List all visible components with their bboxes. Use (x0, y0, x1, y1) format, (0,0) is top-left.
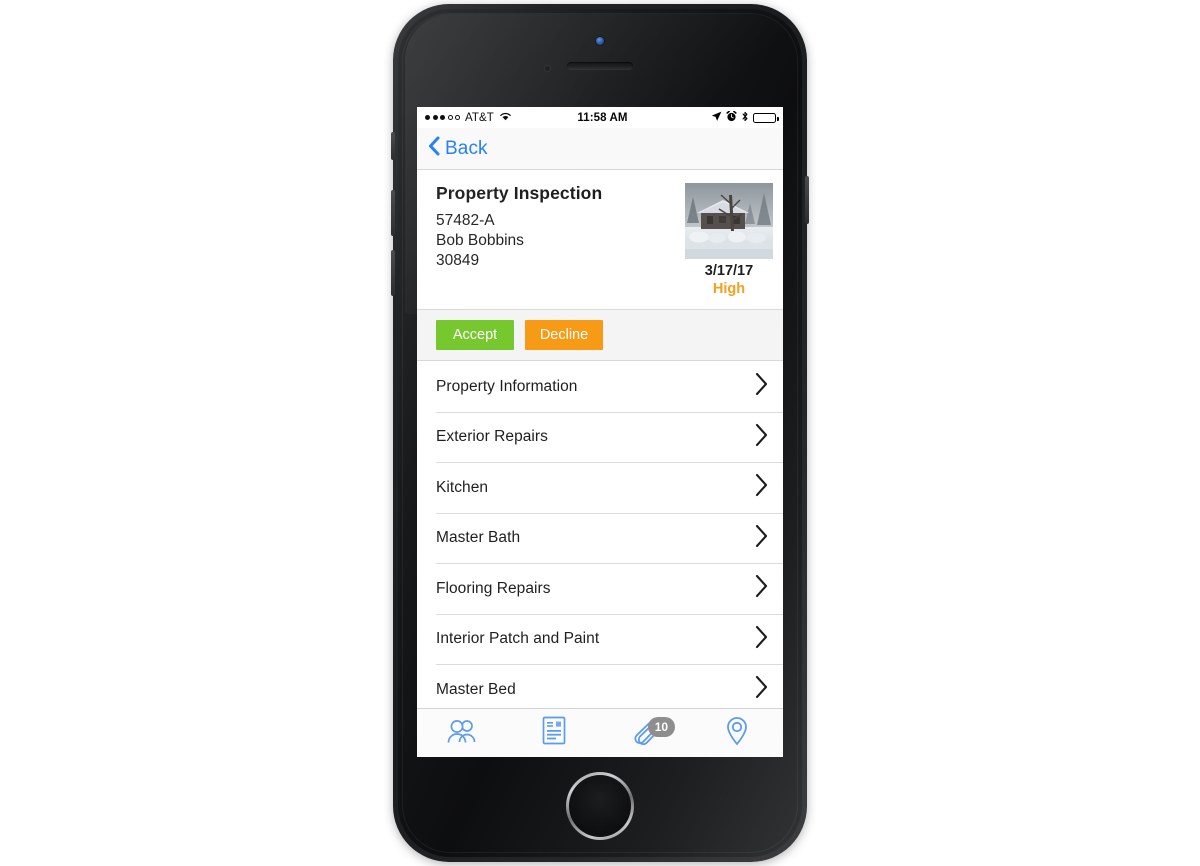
earpiece-speaker (567, 62, 633, 70)
status-bar: AT&T 11:58 AM (417, 107, 783, 128)
chevron-right-icon (754, 574, 769, 603)
status-bar-right (711, 110, 779, 125)
inspection-summary-card: Property Inspection 57482-A Bob Bobbins … (417, 170, 783, 311)
navigation-bar: Back (417, 128, 783, 170)
accept-button[interactable]: Accept (436, 320, 514, 351)
list-item[interactable]: Kitchen (417, 462, 783, 513)
chevron-right-icon (754, 675, 769, 704)
iphone-device-frame: AT&T 11:58 AM Back Property Inspection 5… (391, 4, 809, 862)
list-item-label: Property Information (436, 377, 578, 395)
chevron-right-icon (754, 423, 769, 452)
property-thumbnail[interactable] (685, 183, 773, 259)
carrier-label: AT&T (465, 111, 494, 124)
location-arrow-icon (711, 111, 722, 125)
tab-location[interactable] (692, 709, 784, 757)
page-title: Property Inspection (436, 183, 603, 203)
action-bar: Accept Decline (417, 310, 783, 362)
tab-contacts[interactable] (417, 709, 509, 757)
bluetooth-icon (741, 111, 749, 125)
silent-switch-button[interactable] (391, 132, 395, 160)
list-item-label: Interior Patch and Paint (436, 630, 600, 648)
tab-attachments[interactable]: 10 (600, 709, 692, 757)
home-button[interactable] (566, 772, 634, 840)
chevron-right-icon (754, 524, 769, 553)
volume-up-button[interactable] (391, 190, 395, 236)
inspection-meta: 3/17/17 High (685, 183, 773, 297)
list-item-label: Master Bed (436, 680, 516, 698)
front-camera-icon (596, 37, 604, 45)
attachments-count-badge: 10 (647, 717, 676, 737)
contacts-people-icon (446, 718, 480, 749)
list-item-label: Master Bath (436, 529, 521, 547)
list-item[interactable]: Master Bath (417, 512, 783, 564)
contact-name-value: Bob Bobbins (436, 231, 524, 249)
tab-forms[interactable] (509, 709, 601, 757)
chevron-right-icon (754, 473, 769, 502)
signal-strength-icon (425, 115, 460, 120)
chevron-right-icon (754, 625, 769, 654)
inspection-date: 3/17/17 (704, 263, 754, 279)
back-button[interactable]: Back (428, 136, 488, 161)
list-item[interactable]: Property Information (417, 361, 783, 412)
list-item-label: Flooring Repairs (436, 579, 551, 597)
list-item-label: Exterior Repairs (436, 428, 548, 446)
inspection-sections-list: Property Information Exterior Repairs Kitc… (417, 361, 783, 715)
priority-badge: High (712, 280, 746, 297)
power-button[interactable] (805, 176, 809, 224)
decline-button[interactable]: Decline (525, 320, 603, 351)
back-button-label: Back (445, 137, 488, 159)
list-item[interactable]: Interior Patch and Paint (417, 613, 783, 665)
screenshot-canvas: AT&T 11:58 AM Back Property Inspection 5… (0, 0, 1200, 866)
inspection-details: Property Inspection 57482-A Bob Bobbins … (417, 183, 685, 297)
list-item[interactable]: Exterior Repairs (417, 411, 783, 463)
clock-label: 11:58 AM (577, 111, 628, 124)
battery-icon (753, 112, 779, 123)
snow-house-photo-icon (685, 183, 773, 259)
phone-screen: AT&T 11:58 AM Back Property Inspection 5… (417, 107, 783, 757)
home-button-face (569, 775, 631, 837)
zip-code-value: 30849 (436, 251, 480, 269)
document-form-icon (542, 716, 566, 750)
tab-bar: 10 (417, 708, 783, 757)
proximity-sensor-icon (545, 66, 550, 71)
alarm-clock-icon (726, 110, 737, 125)
order-id-value: 57482-A (436, 212, 495, 229)
chevron-right-icon (754, 372, 769, 401)
list-item[interactable]: Flooring Repairs (417, 563, 783, 614)
volume-down-button[interactable] (391, 250, 395, 296)
list-item-label: Kitchen (436, 478, 489, 496)
chevron-left-icon (428, 136, 440, 161)
map-pin-location-icon (725, 716, 749, 751)
